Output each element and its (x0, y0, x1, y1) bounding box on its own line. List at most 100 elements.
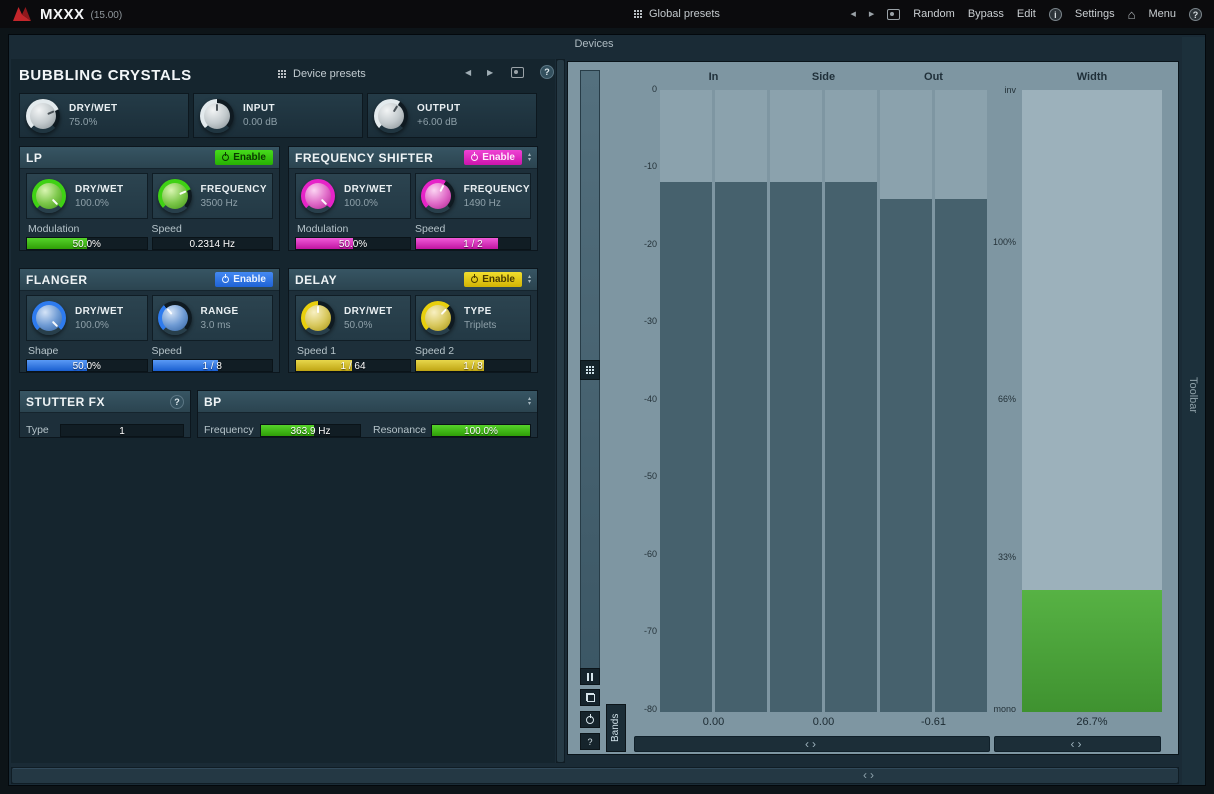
speed-slider[interactable]: 1 / 2 (415, 237, 531, 250)
dry-wet-knob[interactable] (32, 179, 66, 213)
next-device-preset-button[interactable]: ▶ (487, 68, 493, 77)
meter-bar-in-left (660, 90, 712, 712)
next-preset-button[interactable]: ▶ (869, 10, 874, 18)
meter-column-header: Side (770, 71, 877, 84)
grid-button[interactable] (580, 360, 600, 380)
main-scrollbar-thumb[interactable] (12, 768, 1178, 783)
reorder-chevrons[interactable]: ▴▾ (528, 275, 531, 285)
info-icon[interactable]: i (1049, 8, 1062, 21)
module-name: DELAY (295, 273, 464, 287)
db-scale-label: -10 (608, 161, 657, 171)
frequency-slider[interactable]: 363.9 Hz (260, 424, 361, 437)
random-button[interactable]: Random (913, 8, 955, 20)
reorder-chevrons[interactable]: ▴▾ (528, 397, 531, 407)
home-icon[interactable]: ⌂ (1128, 8, 1136, 21)
enable-button[interactable]: Enable (215, 150, 273, 165)
dry-wet-knob[interactable] (301, 301, 335, 335)
dry-wet-knob[interactable] (301, 179, 335, 213)
help-icon[interactable]: ? (1189, 8, 1202, 21)
speed-slider[interactable]: 1 / 8 (152, 359, 274, 372)
modulation-slider[interactable]: 50.0% (295, 237, 411, 250)
type-slider[interactable]: 1 (60, 424, 184, 437)
enable-button[interactable]: Enable (215, 272, 273, 287)
snapshot-icon[interactable] (887, 9, 900, 20)
pause-button[interactable] (580, 668, 600, 685)
power-icon (471, 154, 478, 161)
help-icon[interactable]: ? (170, 395, 184, 409)
power-icon (222, 276, 229, 283)
enable-button[interactable]: Enable (464, 150, 522, 165)
param-label: Modulation (26, 223, 150, 235)
module-name: LP (26, 151, 215, 165)
modulation-slider[interactable]: 50.0% (26, 237, 148, 250)
reorder-chevrons[interactable]: ▴▾ (528, 153, 531, 163)
db-scale-label: -80 (608, 704, 657, 714)
main-scrollbar[interactable]: ‹› (11, 767, 1179, 784)
speed-slider[interactable]: 0.2314 Hz (152, 237, 274, 250)
output-knob[interactable] (374, 99, 408, 133)
grid-icon (278, 70, 286, 78)
global-presets-label: Global presets (649, 8, 720, 20)
help-button[interactable]: ? (580, 733, 600, 750)
meter-readout-out: -0.61 (880, 716, 987, 730)
shape-slider[interactable]: 50.0% (26, 359, 148, 372)
knob-value: 75.0% (69, 117, 118, 128)
power-icon (222, 154, 229, 161)
frequency-knob[interactable] (158, 179, 192, 213)
meter-column-header: In (660, 71, 767, 84)
param-label: Speed 2 (413, 345, 531, 357)
dry-wet-knob[interactable] (26, 99, 60, 133)
app-title: MXXX (40, 6, 85, 23)
meter-bar-width (1022, 90, 1162, 712)
menu-button[interactable]: Menu (1148, 8, 1176, 20)
knob-cell-type: TYPE Triplets (415, 295, 531, 341)
module-stutter-fx: STUTTER FX ? Type 1 (19, 390, 191, 438)
input-knob[interactable] (200, 99, 234, 133)
edit-button[interactable]: Edit (1017, 8, 1036, 20)
meter-scrollbar-left[interactable]: ‹› (634, 736, 990, 752)
meter-scrollbar-right[interactable]: ‹› (994, 736, 1161, 752)
help-icon[interactable]: ? (540, 65, 554, 79)
param-label: Type (26, 424, 60, 436)
master-output-cell: OUTPUT +6.00 dB (367, 93, 537, 138)
scrollbar-resize-handle[interactable]: ‹› (863, 768, 877, 782)
global-presets-button[interactable]: Global presets (634, 0, 720, 28)
device-title: BUBBLING CRYSTALS (19, 67, 192, 84)
meter-readout-in: 0.00 (660, 716, 767, 730)
knob-label: INPUT (243, 103, 277, 114)
knob-cell-range: RANGE 3.0 ms (152, 295, 274, 341)
device-presets-button[interactable]: Device presets (278, 65, 366, 83)
db-scale-label: -40 (608, 394, 657, 404)
resonance-slider[interactable]: 100.0% (431, 424, 531, 437)
module-name: FLANGER (26, 273, 215, 287)
power-button[interactable] (580, 711, 600, 728)
meter-column-header: Width (1022, 71, 1162, 84)
width-scale-label: inv (980, 85, 1016, 95)
speed-1-slider[interactable]: 1 / 64 (295, 359, 411, 372)
type-knob[interactable] (421, 301, 455, 335)
popout-button[interactable] (580, 689, 600, 706)
range-knob[interactable] (158, 301, 192, 335)
snapshot-icon[interactable] (511, 67, 524, 78)
enable-button[interactable]: Enable (464, 272, 522, 287)
frequency-knob[interactable] (421, 179, 455, 213)
knob-cell-frequency: FREQUENCY 3500 Hz (152, 173, 274, 219)
module-frequency-shifter: FREQUENCY SHIFTER Enable ▴▾ DRY/WET (288, 146, 538, 251)
db-scale-label: -70 (608, 626, 657, 636)
speed-2-slider[interactable]: 1 / 8 (415, 359, 531, 372)
prev-device-preset-button[interactable]: ◀ (465, 68, 471, 77)
tab-devices[interactable]: Devices (9, 38, 1179, 50)
module-header: BP ▴▾ (198, 391, 537, 413)
knob-label: OUTPUT (417, 103, 461, 114)
width-scale-label: 100% (980, 237, 1016, 247)
bypass-button[interactable]: Bypass (968, 8, 1004, 20)
knob-value: +6.00 dB (417, 117, 461, 128)
mxxx-window: MXXX (15.00) Global presets ◀ ▶ Random B… (0, 0, 1214, 794)
prev-preset-button[interactable]: ◀ (850, 10, 855, 18)
tab-toolbar[interactable]: Toolbar (1187, 377, 1199, 413)
meter-panel: ? Bands In Side Out Width 0 -10 -20 -30 … (567, 61, 1179, 755)
settings-button[interactable]: Settings (1075, 8, 1115, 20)
dry-wet-knob[interactable] (32, 301, 66, 335)
db-scale-label: -20 (608, 239, 657, 249)
device-panel-scrollbar[interactable] (556, 59, 565, 763)
